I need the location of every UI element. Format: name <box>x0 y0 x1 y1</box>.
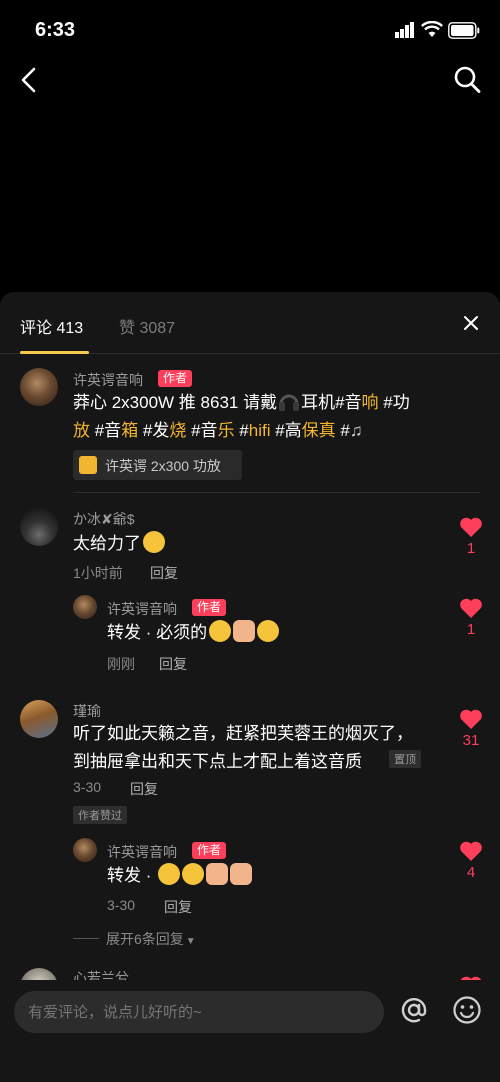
divider <box>73 492 480 493</box>
tab-likes[interactable]: 赞 3087 <box>119 314 175 338</box>
like-heart-icon[interactable] <box>459 516 483 538</box>
back-icon[interactable] <box>16 64 44 96</box>
comment-tabs: 评论 413 赞 3087 <box>0 292 500 354</box>
comment-input-bar <box>0 980 500 1082</box>
tab-active-indicator <box>20 351 89 354</box>
laughing-emoji-icon <box>182 863 205 885</box>
comment-input[interactable] <box>14 991 384 1033</box>
grinning-emoji-icon <box>209 620 232 642</box>
emoji-picker-icon[interactable] <box>452 995 482 1025</box>
avatar[interactable] <box>73 838 97 862</box>
reply-button[interactable]: 回复 <box>150 563 178 583</box>
clapping-emoji-icon <box>206 863 229 885</box>
reply-time: 3-30 <box>107 897 136 913</box>
caret-down-icon: ▼ <box>185 936 196 947</box>
reply-text: 转发 · <box>107 862 253 890</box>
reply-button[interactable]: 回复 <box>164 897 192 917</box>
comment-text: 太给力了 <box>73 530 165 558</box>
reply-username[interactable]: 许英谔音响 <box>107 599 177 619</box>
status-bar: 6:33 <box>0 0 500 60</box>
thumbs-up-emoji-icon <box>230 863 253 885</box>
headphones-emoji-icon <box>279 394 300 411</box>
laughing-emoji-icon <box>143 531 165 553</box>
music-note-emoji-icon: ♫ <box>349 421 363 440</box>
avatar[interactable] <box>20 508 58 546</box>
comment-text: 听了如此天籁之音，赶紧把芙蓉王的烟灭了， 到抽屉拿出和天下点上才配上着这音质 <box>73 724 413 771</box>
comment-time: 3-30 <box>73 779 102 795</box>
grinning-emoji-icon <box>158 863 181 885</box>
shopping-cart-icon <box>79 456 97 474</box>
battery-icon <box>448 22 480 39</box>
shocked-emoji-icon <box>257 620 280 642</box>
expand-replies-button[interactable]: 展开6条回复 ▼ <box>106 929 196 949</box>
like-heart-icon[interactable] <box>459 840 483 862</box>
wifi-icon <box>421 21 443 37</box>
mention-icon[interactable] <box>398 994 430 1026</box>
pinned-tag: 置顶 <box>389 750 421 768</box>
reply-button[interactable]: 回复 <box>159 654 187 674</box>
avatar[interactable] <box>20 700 58 738</box>
comment-username[interactable]: か冰✘爺$ <box>73 509 135 529</box>
author-liked-tag: 作者赞过 <box>73 806 127 824</box>
comment-username[interactable]: 瑾瑜 <box>73 701 101 721</box>
reply-username[interactable]: 许英谔音响 <box>107 842 177 862</box>
like-count: 31 <box>462 732 480 749</box>
reply-button[interactable]: 回复 <box>130 779 158 799</box>
like-heart-icon[interactable] <box>459 708 483 730</box>
clapping-emoji-icon <box>233 620 256 642</box>
status-time: 6:33 <box>35 19 76 41</box>
comment-text: 莽心 2x300W 推 8631 请戴 耳机#音响 #功 放 #音箱 #发烧 #音… <box>73 389 443 445</box>
comment-username[interactable]: 许英谔音响 <box>73 370 143 390</box>
cellular-signal-icon <box>395 22 414 38</box>
search-icon[interactable] <box>452 64 482 96</box>
close-icon[interactable] <box>462 314 480 332</box>
comment-time: 1小时前 <box>73 565 123 581</box>
avatar[interactable] <box>20 368 58 406</box>
product-chip[interactable]: 许英谔 2x300 功放 <box>73 450 242 480</box>
author-badge: 作者 <box>158 370 193 387</box>
like-heart-icon[interactable] <box>459 597 483 619</box>
like-count: 1 <box>466 540 476 557</box>
like-count: 1 <box>466 621 476 638</box>
product-label: 许英谔 2x300 功放 <box>105 458 221 474</box>
reply-time: 刚刚 <box>107 656 135 672</box>
reply-text: 转发 · 必须的 <box>107 619 280 647</box>
author-badge: 作者 <box>192 842 227 859</box>
expand-divider <box>73 938 99 939</box>
author-badge: 作者 <box>192 599 227 616</box>
tab-comments[interactable]: 评论 413 <box>20 314 83 338</box>
avatar[interactable] <box>73 595 97 619</box>
like-count: 4 <box>466 864 476 881</box>
